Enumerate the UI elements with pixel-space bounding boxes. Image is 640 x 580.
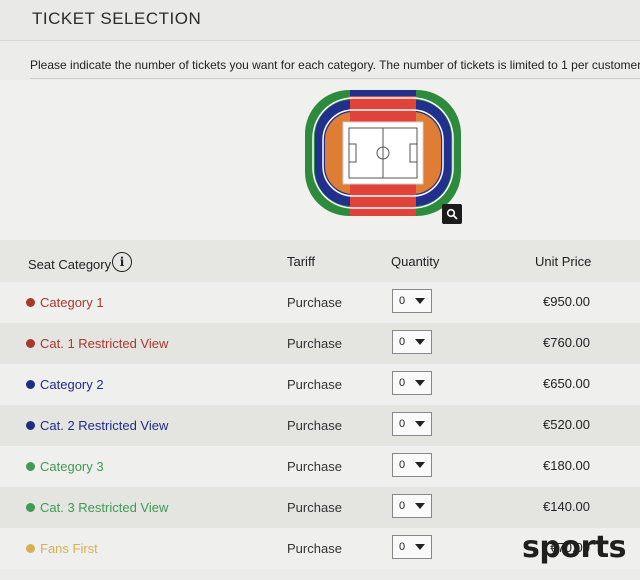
table-row: Category 1 Purchase 0 €950.00 — [0, 282, 640, 323]
unit-price: €950.00 — [543, 294, 590, 309]
chevron-down-icon — [415, 462, 425, 468]
category-name: Cat. 1 Restricted View — [40, 336, 169, 351]
chevron-down-icon — [415, 380, 425, 386]
page-title: TICKET SELECTION — [32, 9, 202, 28]
category-color-dot — [26, 462, 35, 471]
category-name: Cat. 2 Restricted View — [40, 418, 169, 433]
column-header-seat-category: Seat Category — [28, 257, 112, 272]
table-header: Seat Category Tariff Quantity Unit Price — [0, 240, 640, 282]
quantity-value: 0 — [399, 459, 406, 471]
category-label: Category 3 — [26, 459, 104, 474]
category-color-dot — [26, 544, 35, 553]
category-label: Cat. 2 Restricted View — [26, 418, 168, 433]
table-row: Cat. 1 Restricted View Purchase 0 €760.0… — [0, 323, 640, 364]
chevron-down-icon — [415, 298, 425, 304]
stadium-stand-top-edge — [350, 90, 416, 96]
chevron-down-icon — [415, 544, 425, 550]
stadium-map-area — [0, 80, 640, 240]
chevron-down-icon — [415, 503, 425, 509]
category-name: Cat. 3 Restricted View — [40, 500, 169, 515]
tariff-value: Purchase — [287, 459, 342, 474]
category-label: Cat. 3 Restricted View — [26, 500, 168, 515]
ticket-table: Category 1 Purchase 0 €950.00 Cat. 1 Res… — [0, 282, 640, 569]
category-label: Fans First — [26, 541, 98, 556]
quantity-select[interactable]: 0 — [392, 494, 432, 518]
quantity-value: 0 — [399, 295, 406, 307]
search-icon — [446, 208, 458, 220]
quantity-select[interactable]: 0 — [392, 412, 432, 436]
column-header-tariff: Tariff — [287, 254, 315, 269]
category-color-dot — [26, 421, 35, 430]
quantity-select[interactable]: 0 — [392, 535, 432, 559]
category-label: Category 1 — [26, 295, 104, 310]
tariff-value: Purchase — [287, 295, 342, 310]
quantity-value: 0 — [399, 500, 406, 512]
category-name: Category 1 — [40, 295, 104, 310]
column-header-quantity: Quantity — [391, 254, 440, 269]
category-color-dot — [26, 298, 35, 307]
info-icon[interactable]: i — [112, 252, 132, 272]
instructions-text: Please indicate the number of tickets yo… — [30, 58, 640, 79]
tariff-value: Purchase — [287, 418, 342, 433]
quantity-select[interactable]: 0 — [392, 330, 432, 354]
quantity-select[interactable]: 0 — [392, 371, 432, 395]
column-header-unit-price: Unit Price — [535, 254, 592, 269]
quantity-value: 0 — [399, 336, 406, 348]
category-name: Category 2 — [40, 377, 104, 392]
table-row: Cat. 3 Restricted View Purchase 0 €140.0… — [0, 487, 640, 528]
page-header: TICKET SELECTION — [0, 0, 640, 41]
chevron-down-icon — [415, 339, 425, 345]
unit-price: €140.00 — [543, 499, 590, 514]
category-color-dot — [26, 380, 35, 389]
category-label: Category 2 — [26, 377, 104, 392]
unit-price: €760.00 — [543, 335, 590, 350]
tariff-value: Purchase — [287, 541, 342, 556]
category-color-dot — [26, 339, 35, 348]
unit-price: €180.00 — [543, 458, 590, 473]
zoom-button[interactable] — [442, 204, 462, 224]
table-row: Category 2 Purchase 0 €650.00 — [0, 364, 640, 405]
tariff-value: Purchase — [287, 377, 342, 392]
category-label: Cat. 1 Restricted View — [26, 336, 168, 351]
quantity-value: 0 — [399, 377, 406, 389]
quantity-select[interactable]: 0 — [392, 289, 432, 313]
table-row: Cat. 2 Restricted View Purchase 0 €520.0… — [0, 405, 640, 446]
quantity-select[interactable]: 0 — [392, 453, 432, 477]
chevron-down-icon — [415, 421, 425, 427]
quantity-value: 0 — [399, 418, 406, 430]
category-name: Category 3 — [40, 459, 104, 474]
category-name: Fans First — [40, 541, 98, 556]
tariff-value: Purchase — [287, 336, 342, 351]
quantity-value: 0 — [399, 541, 406, 553]
watermark-logo: sports — [522, 530, 626, 565]
unit-price: €650.00 — [543, 376, 590, 391]
tariff-value: Purchase — [287, 500, 342, 515]
table-row: Category 3 Purchase 0 €180.00 — [0, 446, 640, 487]
unit-price: €520.00 — [543, 417, 590, 432]
category-color-dot — [26, 503, 35, 512]
stadium-map[interactable] — [303, 88, 463, 218]
